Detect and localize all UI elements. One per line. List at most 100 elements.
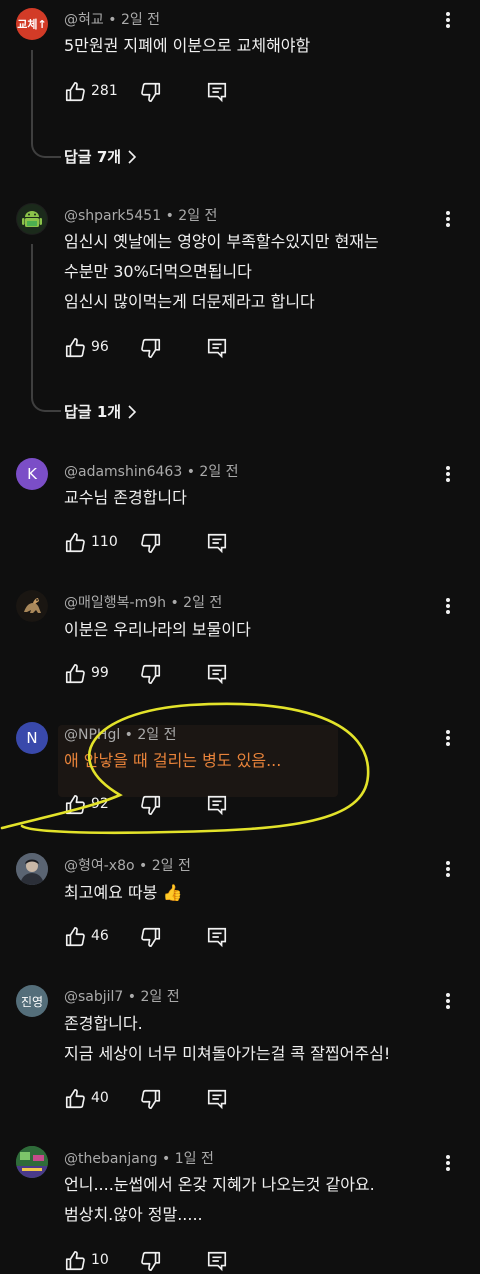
comment-text: 최고예요 따봉 👍 (64, 878, 182, 908)
comment-author[interactable]: @adamshin6463 (64, 464, 182, 480)
avatar[interactable] (16, 203, 48, 235)
like-count: 92 (91, 796, 109, 812)
dislike-button[interactable] (140, 1250, 162, 1272)
thread-line (31, 244, 61, 412)
reply-button[interactable] (206, 794, 228, 816)
dislike-button[interactable] (140, 81, 162, 103)
comment-text: 5만원권 지폐에 이분으로 교체해야함 (64, 31, 310, 61)
comment-time: 2일 전 (140, 989, 180, 1005)
more-options-icon[interactable] (436, 462, 460, 486)
comment-text: 애 안낳을 때 걸리는 병도 있음... (64, 746, 281, 776)
like-button[interactable] (64, 926, 86, 948)
more-options-icon[interactable] (436, 207, 460, 231)
like-button[interactable] (64, 337, 86, 359)
reply-button[interactable] (206, 81, 228, 103)
comment-time: 2일 전 (178, 208, 218, 224)
comment-line: 교수님 존경합니다 (64, 488, 187, 507)
comment-author[interactable]: @sabjil7 (64, 989, 123, 1005)
thread-line (31, 50, 61, 158)
comment-meta: @thebanjang • 1일 전 (64, 1151, 214, 1167)
comment-meta: @매일행복-m9h • 2일 전 (64, 595, 223, 611)
avatar[interactable] (16, 590, 48, 622)
reply-button[interactable] (206, 337, 228, 359)
like-count: 110 (91, 534, 118, 550)
comment-text: 임신시 옛날에는 영양이 부족할수있지만 현재는 수분만 30%더먹으면됩니다 … (64, 227, 379, 317)
comment-line: 최고예요 따봉 👍 (64, 883, 183, 902)
like-button[interactable] (64, 81, 86, 103)
reply-button[interactable] (206, 1250, 228, 1272)
chevron-right-icon (128, 149, 137, 164)
reply-button[interactable] (206, 532, 228, 554)
comment-line: 애 안낳을 때 걸리는 병도 있음... (64, 751, 282, 770)
comment-line: 이분은 우리나라의 보물이다 (64, 620, 251, 639)
comment-time: 2일 전 (120, 12, 161, 28)
comment-line: 존경합니다. (64, 1014, 143, 1033)
more-options-icon[interactable] (436, 594, 460, 618)
comment-author[interactable]: @NPHgl (64, 727, 120, 743)
reply-button[interactable] (206, 1088, 228, 1110)
like-count: 10 (91, 1252, 109, 1268)
comment-author[interactable]: @shpark5451 (64, 208, 161, 224)
more-options-icon[interactable] (436, 726, 460, 750)
comment-meta: @형여-x8o • 2일 전 (64, 858, 191, 874)
like-button[interactable] (64, 532, 86, 554)
avatar[interactable]: 교체↑ (16, 8, 48, 40)
view-replies-button[interactable]: 답글 1개 (64, 401, 137, 422)
more-options-icon[interactable] (436, 989, 460, 1013)
dislike-button[interactable] (140, 926, 162, 948)
like-count: 46 (91, 928, 109, 944)
dog-photo-icon (16, 590, 48, 622)
comment-actions: 99 (64, 663, 264, 687)
dislike-button[interactable] (140, 1088, 162, 1110)
comment-actions: 110 (64, 532, 264, 556)
chevron-right-icon (128, 404, 137, 419)
comment-actions: 92 (64, 794, 264, 818)
comment-meta: @혀교 • 2일 전 (64, 12, 161, 28)
reply-button[interactable] (206, 663, 228, 685)
replies-label: 답글 1개 (64, 403, 122, 421)
comment-line: 임신시 옛날에는 영양이 부족할수있지만 현재는 (64, 232, 379, 251)
view-replies-button[interactable]: 답글 7개 (64, 146, 137, 167)
avatar[interactable]: N (16, 722, 48, 754)
replies-label: 답글 7개 (64, 148, 122, 166)
like-count: 281 (91, 83, 118, 99)
more-options-icon[interactable] (436, 857, 460, 881)
comment-time: 1일 전 (174, 1151, 214, 1167)
like-button[interactable] (64, 1088, 86, 1110)
comment-line: 언니....눈썹에서 온갖 지혜가 나오는것 같아요. (64, 1175, 375, 1194)
comment-text: 존경합니다. 지금 세상이 너무 미쳐돌아가는걸 콕 잘찝어주심! (64, 1009, 390, 1069)
comment-author[interactable]: @혀교 (64, 12, 104, 28)
comment-text: 교수님 존경합니다 (64, 483, 187, 513)
more-options-icon[interactable] (436, 8, 460, 32)
comment-time: 2일 전 (183, 595, 223, 611)
comment-actions: 96 (64, 337, 264, 361)
like-button[interactable] (64, 794, 86, 816)
comment-actions: 40 (64, 1088, 264, 1112)
dislike-button[interactable] (140, 794, 162, 816)
dislike-button[interactable] (140, 337, 162, 359)
like-count: 96 (91, 339, 109, 355)
person-photo-icon (16, 853, 48, 885)
comment-time: 2일 전 (137, 727, 177, 743)
comment-text: 언니....눈썹에서 온갖 지혜가 나오는것 같아요. 범상치.않아 정말...… (64, 1170, 375, 1230)
game-screenshot-icon (16, 1146, 48, 1178)
dislike-button[interactable] (140, 532, 162, 554)
comment-line: 지금 세상이 너무 미쳐돌아가는걸 콕 잘찝어주심! (64, 1044, 391, 1063)
comment-author[interactable]: @매일행복-m9h (64, 595, 166, 611)
like-button[interactable] (64, 663, 86, 685)
like-button[interactable] (64, 1250, 86, 1272)
comment-author[interactable]: @thebanjang (64, 1151, 158, 1167)
reply-button[interactable] (206, 926, 228, 948)
avatar[interactable]: 진영 (16, 985, 48, 1017)
comment-meta: @adamshin6463 • 2일 전 (64, 464, 239, 480)
dislike-button[interactable] (140, 663, 162, 685)
avatar[interactable]: K (16, 458, 48, 490)
comment-line: 범상치.않아 정말..... (64, 1205, 203, 1224)
more-options-icon[interactable] (436, 1151, 460, 1175)
comment-meta: @shpark5451 • 2일 전 (64, 208, 218, 224)
avatar[interactable] (16, 1146, 48, 1178)
comment-actions: 281 (64, 81, 264, 105)
avatar[interactable] (16, 853, 48, 885)
comment-meta: @NPHgl • 2일 전 (64, 727, 177, 743)
comment-author[interactable]: @형여-x8o (64, 858, 135, 874)
